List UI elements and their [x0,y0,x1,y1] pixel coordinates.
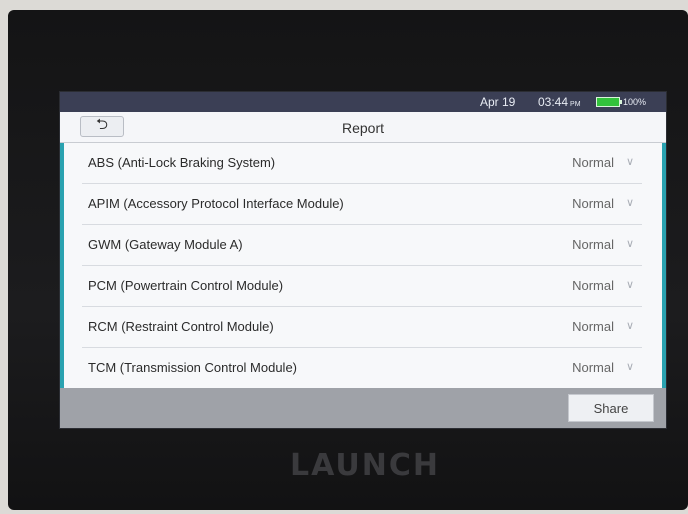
chevron-down-icon[interactable]: ∨ [626,319,634,332]
chevron-down-icon[interactable]: ∨ [626,278,634,291]
module-row[interactable]: ABS (Anti-Lock Braking System) Normal ∨ [82,143,642,184]
module-label: ABS (Anti-Lock Braking System) [88,155,276,170]
module-list: ABS (Anti-Lock Braking System) Normal ∨ API… [60,143,666,422]
back-button[interactable]: ⮌ [80,116,124,137]
status-bar: Apr 19 03:44 PM 100% [60,92,666,112]
chevron-down-icon[interactable]: ∨ [626,237,634,250]
screen: Apr 19 03:44 PM 100% Report ⮌ ABS (Anti-L… [60,92,666,428]
bottom-bar: Share [60,388,666,428]
battery-percent: 100% [623,97,647,107]
module-status[interactable]: Normal [572,155,614,170]
module-row[interactable]: TCM (Transmission Control Module) Normal ∨ [82,348,642,389]
module-status[interactable]: Normal [572,237,614,252]
page-title: Report [341,120,385,136]
status-ampm: PM [570,101,581,108]
title-bar: Report ⮌ [60,112,666,143]
module-row[interactable]: RCM (Restraint Control Module) Normal ∨ [82,307,642,348]
module-status[interactable]: Normal [572,196,614,211]
module-label: GWM (Gateway Module A) [88,237,243,252]
module-label: APIM (Accessory Protocol Interface Modul… [88,196,344,211]
module-label: TCM (Transmission Control Module) [88,360,298,375]
share-button[interactable]: Share [568,394,654,422]
status-time-value: 03:44 [538,95,569,109]
status-date: Apr 19 [480,95,516,109]
battery-tip [620,100,622,104]
module-row[interactable]: GWM (Gateway Module A) Normal ∨ [82,225,642,266]
back-arrow-icon: ⮌ [95,116,108,133]
chevron-down-icon[interactable]: ∨ [626,360,634,373]
module-status[interactable]: Normal [572,319,614,334]
module-label: RCM (Restraint Control Module) [88,319,274,334]
chevron-down-icon[interactable]: ∨ [626,155,634,168]
module-row[interactable]: APIM (Accessory Protocol Interface Modul… [82,184,642,225]
chevron-down-icon[interactable]: ∨ [626,196,634,209]
module-status[interactable]: Normal [572,360,614,375]
brand-logo: LAUNCH [290,448,441,483]
module-status[interactable]: Normal [572,278,614,293]
module-label: PCM (Powertrain Control Module) [88,278,284,293]
battery-icon [596,97,620,107]
status-time: 03:44 PM [538,95,581,109]
module-row[interactable]: PCM (Powertrain Control Module) Normal ∨ [82,266,642,307]
